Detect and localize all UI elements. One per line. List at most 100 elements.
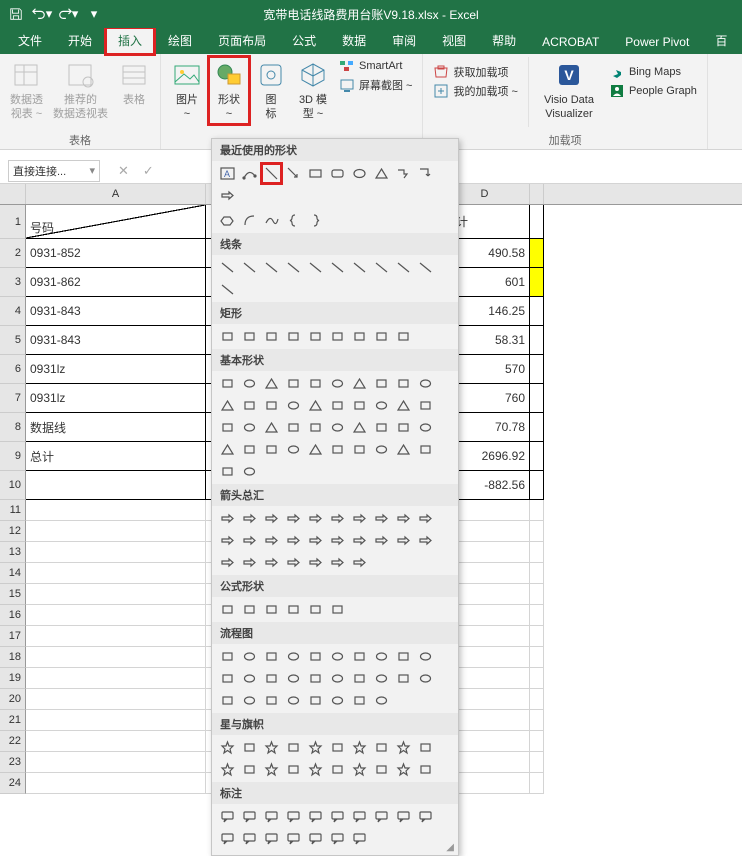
qat-customize-icon[interactable]: ▾ xyxy=(82,3,106,25)
row-header[interactable]: 7 xyxy=(0,384,26,413)
line-icon[interactable] xyxy=(350,258,369,277)
triangle-icon[interactable] xyxy=(306,396,325,415)
recommended-pivot-button[interactable]: 推荐的 数据透视表 xyxy=(49,57,112,124)
shape-icon[interactable] xyxy=(394,374,413,393)
cell[interactable] xyxy=(530,668,544,689)
shape-icon[interactable] xyxy=(284,374,303,393)
triangle-icon[interactable] xyxy=(306,440,325,459)
cell[interactable] xyxy=(530,773,544,794)
callout-icon[interactable] xyxy=(372,807,391,826)
row-header[interactable]: 20 xyxy=(0,689,26,710)
star-icon[interactable] xyxy=(262,738,281,757)
row-header[interactable]: 11 xyxy=(0,500,26,521)
cell[interactable]: 0931-843 xyxy=(26,326,206,355)
line-icon[interactable] xyxy=(416,258,435,277)
shape-icon[interactable] xyxy=(284,600,303,619)
callout-icon[interactable] xyxy=(284,829,303,848)
shape-icon[interactable] xyxy=(394,669,413,688)
line-icon[interactable] xyxy=(328,258,347,277)
hexagon-icon[interactable] xyxy=(218,211,237,230)
row-header[interactable]: 10 xyxy=(0,471,26,500)
cell[interactable] xyxy=(26,605,206,626)
line-icon[interactable] xyxy=(372,258,391,277)
triangle-icon[interactable] xyxy=(218,396,237,415)
shape-icon[interactable] xyxy=(372,374,391,393)
oval-icon[interactable] xyxy=(416,374,435,393)
row-header[interactable]: 17 xyxy=(0,626,26,647)
shape-icon[interactable] xyxy=(306,418,325,437)
shape-icon[interactable] xyxy=(262,327,281,346)
shape-icon[interactable] xyxy=(284,760,303,779)
rectangle-icon[interactable] xyxy=(306,164,325,183)
tab-formulas[interactable]: 公式 xyxy=(280,28,328,54)
cell[interactable] xyxy=(26,563,206,584)
row-header[interactable]: 15 xyxy=(0,584,26,605)
table-button[interactable]: 表格 xyxy=(114,57,154,109)
row-header[interactable]: 3 xyxy=(0,268,26,297)
row-header[interactable]: 21 xyxy=(0,710,26,731)
arrow-icon[interactable] xyxy=(328,531,347,550)
right-arrow-icon[interactable] xyxy=(218,186,237,205)
callout-icon[interactable] xyxy=(350,829,369,848)
row-header[interactable]: 13 xyxy=(0,542,26,563)
cell[interactable] xyxy=(26,584,206,605)
oval-icon[interactable] xyxy=(328,669,347,688)
line-icon[interactable] xyxy=(284,258,303,277)
shape-icon[interactable] xyxy=(240,738,259,757)
row-header[interactable]: 19 xyxy=(0,668,26,689)
row-header[interactable]: 23 xyxy=(0,752,26,773)
shape-icon[interactable] xyxy=(372,418,391,437)
arrow-icon[interactable] xyxy=(218,531,237,550)
cell[interactable] xyxy=(530,326,544,355)
oval-icon[interactable] xyxy=(284,647,303,666)
cell[interactable] xyxy=(530,647,544,668)
cell[interactable] xyxy=(530,710,544,731)
3dmodel-button[interactable]: 3D 模 型 ~ xyxy=(293,57,333,124)
rounded-rect-icon[interactable] xyxy=(328,164,347,183)
oval-icon[interactable] xyxy=(372,647,391,666)
col-header-E[interactable] xyxy=(530,184,544,204)
icons-button[interactable]: 图 标 xyxy=(251,57,291,124)
arrow-icon[interactable] xyxy=(262,531,281,550)
shape-icon[interactable] xyxy=(328,760,347,779)
oval-icon[interactable] xyxy=(284,691,303,710)
shape-icon[interactable] xyxy=(350,327,369,346)
shape-icon[interactable] xyxy=(284,738,303,757)
shape-icon[interactable] xyxy=(218,647,237,666)
callout-icon[interactable] xyxy=(306,829,325,848)
arrow-icon[interactable] xyxy=(284,553,303,572)
star-icon[interactable] xyxy=(306,738,325,757)
cell[interactable] xyxy=(26,471,206,500)
redo-icon[interactable]: ▾ xyxy=(56,3,80,25)
line-icon[interactable] xyxy=(262,258,281,277)
tab-data[interactable]: 数据 xyxy=(330,28,378,54)
cell[interactable] xyxy=(530,297,544,326)
bingmaps-button[interactable]: Bing Maps xyxy=(605,63,701,81)
line-arrow-icon[interactable] xyxy=(284,164,303,183)
line-shape-icon[interactable] xyxy=(262,164,281,183)
arc-icon[interactable] xyxy=(240,211,259,230)
line-icon[interactable] xyxy=(218,280,237,299)
cell[interactable] xyxy=(26,668,206,689)
star-icon[interactable] xyxy=(306,760,325,779)
name-box[interactable]: 直接连接...▾ xyxy=(8,160,100,182)
row-header[interactable]: 1 xyxy=(0,205,26,239)
cell[interactable] xyxy=(530,205,544,239)
shape-icon[interactable] xyxy=(240,327,259,346)
triangle-icon[interactable] xyxy=(372,164,391,183)
arrow-icon[interactable] xyxy=(350,531,369,550)
arrow-icon[interactable] xyxy=(240,531,259,550)
shape-icon[interactable] xyxy=(372,327,391,346)
cell[interactable] xyxy=(530,355,544,384)
cell[interactable]: 数据线 xyxy=(26,413,206,442)
lbrace-icon[interactable] xyxy=(284,211,303,230)
shape-icon[interactable] xyxy=(306,647,325,666)
flow-arrow-icon[interactable] xyxy=(394,164,413,183)
star-icon[interactable] xyxy=(218,738,237,757)
cell[interactable] xyxy=(530,384,544,413)
cell[interactable] xyxy=(530,471,544,500)
triangle-icon[interactable] xyxy=(394,396,413,415)
row-header[interactable]: 6 xyxy=(0,355,26,384)
cell[interactable] xyxy=(530,413,544,442)
cell[interactable] xyxy=(530,500,544,521)
